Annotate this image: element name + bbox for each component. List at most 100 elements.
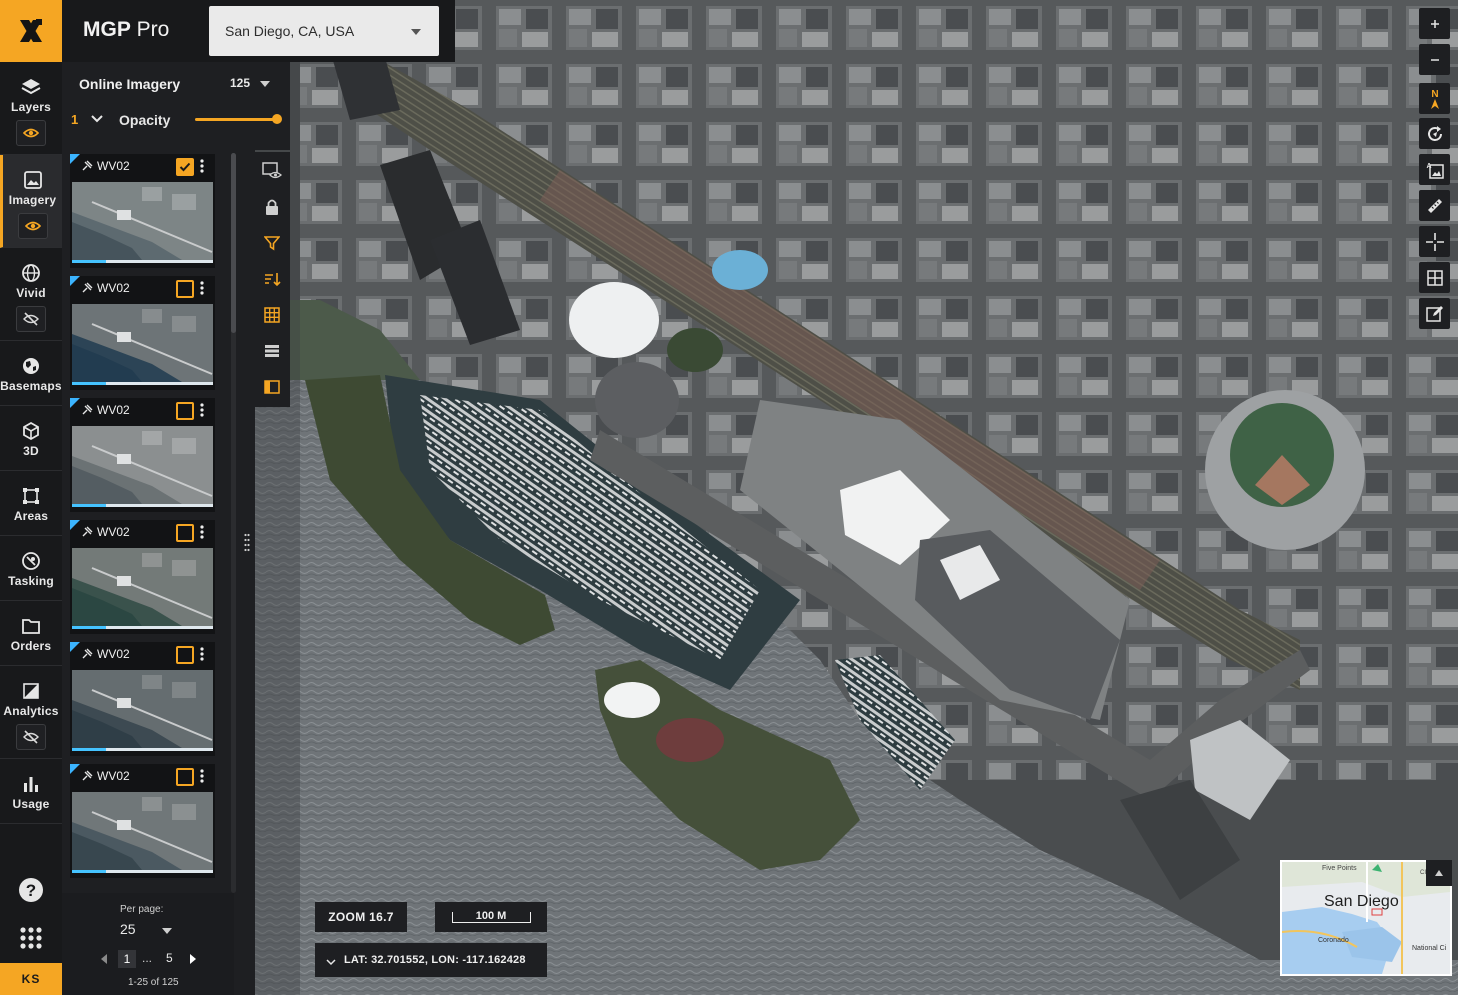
card-select-checkbox[interactable] (176, 524, 194, 542)
card-thumbnail[interactable] (72, 792, 213, 870)
panel-resize-handle[interactable] (244, 533, 250, 553)
rail-vivid[interactable]: Vivid (0, 248, 62, 341)
prev-page-button[interactable] (101, 954, 107, 964)
rail-areas[interactable]: Areas (0, 471, 62, 536)
rail-usage[interactable]: Usage (0, 759, 62, 824)
card-title: WV02 (81, 769, 130, 783)
sort-button[interactable] (261, 268, 283, 290)
chevron-down-icon[interactable] (162, 928, 172, 934)
imagery-panel: Online Imagery 125 1 Opacity WV02 WV02 WV0… (62, 62, 290, 995)
card-title: WV02 (81, 403, 130, 417)
zoom-in-button[interactable] (1419, 8, 1450, 39)
more-vertical-icon (200, 647, 204, 661)
preview-footprint-button[interactable] (261, 160, 283, 182)
chevron-down-icon (411, 29, 421, 35)
rail-analytics[interactable]: Analytics (0, 666, 62, 759)
card-more-button[interactable] (200, 281, 204, 296)
card-thumbnail[interactable] (72, 426, 213, 504)
brand-sub: Pro (130, 18, 170, 41)
minus-icon (1430, 58, 1439, 61)
card-sensor-name: WV02 (97, 769, 130, 783)
rotate-button[interactable] (1419, 118, 1450, 149)
lock-button[interactable] (261, 196, 283, 218)
opacity-expand-button[interactable] (90, 112, 104, 131)
card-sensor-name: WV02 (97, 159, 130, 173)
list-view-button[interactable] (261, 340, 283, 362)
rail-basemaps[interactable]: Basemaps (0, 341, 62, 406)
svg-text:A: A (1426, 163, 1431, 170)
card-more-button[interactable] (200, 769, 204, 784)
imagery-card[interactable]: WV02 (70, 398, 215, 512)
imagery-card[interactable]: WV02 (70, 276, 215, 390)
analytics-visibility-toggle[interactable] (16, 724, 46, 750)
minimap-view: Five Points CITY San Diego Coronado Nati… (1282, 862, 1450, 974)
area-select-icon (23, 488, 39, 504)
card-thumbnail[interactable] (72, 304, 213, 382)
sidebar-toggle-icon (264, 380, 280, 394)
maxar-logo[interactable] (0, 0, 62, 62)
imagery-visibility-toggle[interactable] (17, 213, 48, 239)
imagery-card[interactable]: WV02 (70, 764, 215, 878)
next-page-button[interactable] (190, 954, 196, 964)
more-vertical-icon (200, 769, 204, 783)
imagery-card[interactable]: WV02 (70, 520, 215, 634)
imagery-card[interactable]: WV02 (70, 642, 215, 756)
card-thumbnail[interactable] (72, 182, 213, 260)
plus-icon (1430, 19, 1439, 28)
minimap-toggle-button[interactable] (1426, 860, 1452, 886)
card-more-button[interactable] (200, 403, 204, 418)
rail-imagery[interactable]: Imagery (0, 155, 62, 248)
vivid-visibility-toggle[interactable] (16, 306, 46, 332)
user-avatar[interactable]: KS (0, 963, 62, 995)
panel-collapse-button[interactable] (261, 376, 283, 398)
imagery-card[interactable]: WV02 (70, 154, 215, 268)
list-scrollbar[interactable] (231, 153, 236, 893)
rail-3d[interactable]: 3D (0, 406, 62, 471)
scrollbar-thumb[interactable] (231, 153, 236, 333)
compass-north-button[interactable]: N (1419, 83, 1450, 114)
card-thumbnail[interactable] (72, 548, 213, 626)
edit-button[interactable] (1419, 298, 1450, 329)
scale-label: 100 M (475, 910, 507, 922)
help-button[interactable]: ? (17, 876, 45, 909)
card-sensor-name: WV02 (97, 281, 130, 295)
per-page-select[interactable]: 25 (120, 921, 136, 937)
grid-view-button[interactable] (261, 304, 283, 326)
rail-layers[interactable]: Layers (0, 62, 62, 155)
location-select[interactable]: San Diego, CA, USA (209, 6, 439, 56)
card-more-button[interactable] (200, 525, 204, 540)
card-select-checkbox[interactable] (176, 280, 194, 298)
new-indicator (70, 398, 80, 408)
crosshair-button[interactable] (1419, 226, 1450, 257)
card-more-button[interactable] (200, 647, 204, 662)
rail-orders[interactable]: Orders (0, 601, 62, 666)
opacity-slider-handle[interactable] (272, 114, 282, 124)
opacity-slider-track[interactable] (195, 118, 277, 121)
chevron-down-icon[interactable] (326, 957, 336, 969)
more-vertical-icon (200, 525, 204, 539)
location-value: San Diego, CA, USA (225, 23, 355, 39)
help-icon: ? (19, 878, 43, 902)
coordinates-readout[interactable]: LAT: 32.701552, LON: -117.162428 (315, 943, 547, 977)
page-current[interactable]: 1 (118, 950, 136, 968)
card-select-checkbox[interactable] (176, 768, 194, 786)
globe-icon (22, 264, 40, 282)
image-annotate-button[interactable]: A (1419, 154, 1450, 185)
card-select-checkbox[interactable] (176, 158, 194, 176)
zoom-out-button[interactable] (1419, 44, 1450, 75)
chevron-down-icon[interactable] (260, 81, 270, 87)
filter-button[interactable] (261, 232, 283, 254)
card-select-checkbox[interactable] (176, 402, 194, 420)
apps-menu-button[interactable] (19, 926, 43, 955)
north-arrow-icon: N (1430, 89, 1439, 109)
rail-label: Imagery (8, 193, 57, 207)
layers-visibility-toggle[interactable] (16, 120, 46, 146)
card-thumbnail[interactable] (72, 670, 213, 748)
page-range: 1-25 of 125 (128, 977, 179, 988)
card-select-checkbox[interactable] (176, 646, 194, 664)
card-more-button[interactable] (200, 159, 204, 174)
measure-button[interactable] (1419, 190, 1450, 221)
grid-overlay-button[interactable] (1419, 262, 1450, 293)
rail-tasking[interactable]: Tasking (0, 536, 62, 601)
page-last[interactable]: 5 (166, 951, 173, 965)
